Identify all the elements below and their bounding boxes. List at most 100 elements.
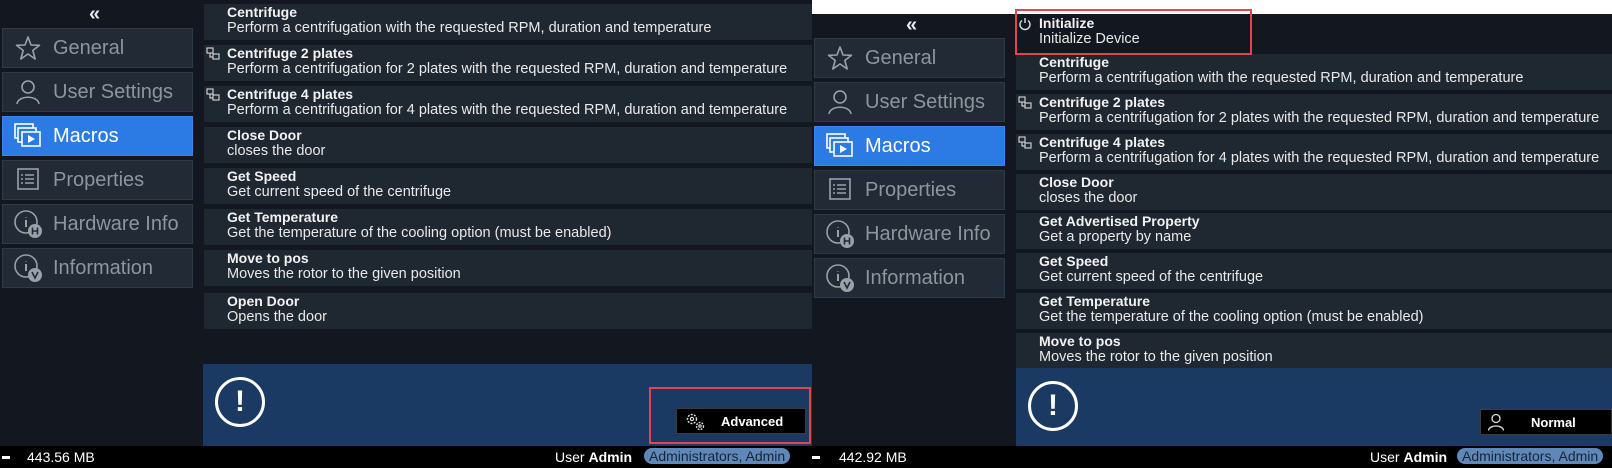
- command-title: Get Temperature: [1039, 293, 1150, 309]
- command-description: Perform a centrifugation with the reques…: [227, 20, 712, 36]
- command-description: Moves the rotor to the given position: [227, 266, 461, 282]
- command-description: Perform a centrifugation for 4 plates wi…: [1039, 150, 1600, 166]
- list-item[interactable]: Centrifuge Perform a centrifugation with…: [1016, 54, 1612, 90]
- role-badge: Administrators, Admin: [1457, 448, 1604, 464]
- sidebar-item-general[interactable]: General: [2, 28, 193, 68]
- star-icon: [3, 29, 53, 67]
- sidebar-item-label: General: [53, 36, 125, 59]
- properties-icon: [815, 171, 865, 209]
- info-bar: ! Normal: [1016, 368, 1612, 446]
- list-item[interactable]: Centrifuge 4 plates Perform a centrifuga…: [204, 86, 812, 122]
- highlight-box-advanced: [649, 387, 811, 444]
- user-icon: [3, 73, 53, 111]
- user-name: Admin: [588, 449, 633, 465]
- information-icon: [3, 249, 53, 287]
- command-description: closes the door: [1039, 190, 1138, 206]
- user-info: User Admin: [555, 449, 632, 465]
- normal-mode-button[interactable]: Normal: [1480, 409, 1612, 435]
- user-prefix: User: [1370, 449, 1400, 465]
- user-name: Admin: [1403, 449, 1448, 465]
- plates-icon: [206, 88, 220, 101]
- status-indicator-icon: [2, 456, 10, 459]
- command-description: Get current speed of the centrifuge: [227, 184, 452, 200]
- star-icon: [815, 39, 865, 77]
- list-item[interactable]: Get Temperature Get the temperature of t…: [204, 209, 812, 245]
- list-item[interactable]: Centrifuge 4 plates Perform a centrifuga…: [1016, 134, 1612, 170]
- command-title: Get Advertised Property: [1039, 213, 1200, 229]
- sidebar-item-label: General: [865, 46, 937, 69]
- list-item[interactable]: Move to pos Moves the rotor to the given…: [1016, 333, 1612, 369]
- sidebar-item-label: Macros: [53, 124, 119, 147]
- command-description: Perform a centrifugation for 2 plates wi…: [1039, 110, 1600, 126]
- mode-button-label: Normal: [1531, 414, 1576, 430]
- command-description: Perform a centrifugation for 4 plates wi…: [227, 102, 788, 118]
- list-item[interactable]: Close Door closes the door: [1016, 174, 1612, 210]
- hardware-info-icon: [3, 205, 53, 243]
- sidebar-item-information[interactable]: Information: [814, 258, 1005, 298]
- list-item[interactable]: Centrifuge 2 plates Perform a centrifuga…: [204, 45, 812, 81]
- properties-icon: [3, 161, 53, 199]
- plates-icon: [206, 47, 220, 60]
- sidebar-item-label: User Settings: [865, 90, 986, 113]
- list-item[interactable]: Get Speed Get current speed of the centr…: [204, 168, 812, 204]
- hardware-info-icon: [815, 215, 865, 253]
- command-description: Opens the door: [227, 309, 327, 325]
- command-title: Centrifuge 4 plates: [1039, 134, 1166, 150]
- status-indicator-icon: [812, 456, 820, 459]
- alert-icon: !: [1028, 381, 1078, 431]
- command-title: Centrifuge 2 plates: [1039, 94, 1166, 110]
- plates-icon: [1018, 136, 1032, 149]
- list-item[interactable]: Close Door closes the door: [204, 127, 812, 163]
- sidebar-item-user-settings[interactable]: User Settings: [814, 82, 1005, 122]
- command-title: Open Door: [227, 293, 300, 309]
- role-badge: Administrators, Admin: [644, 448, 791, 464]
- command-title: Close Door: [1039, 174, 1114, 190]
- command-title: Centrifuge: [227, 4, 297, 20]
- collapse-sidebar-button[interactable]: «: [89, 4, 100, 24]
- command-title: Close Door: [227, 127, 302, 143]
- command-title: Move to pos: [1039, 333, 1121, 349]
- user-icon: [1481, 413, 1511, 431]
- command-description: Get the temperature of the cooling optio…: [1039, 309, 1424, 325]
- sidebar-item-properties[interactable]: Properties: [814, 170, 1005, 210]
- command-title: Centrifuge: [1039, 54, 1109, 70]
- command-description: Get current speed of the centrifuge: [1039, 269, 1264, 285]
- sidebar-item-properties[interactable]: Properties: [2, 160, 193, 200]
- alert-icon: !: [215, 377, 265, 427]
- sidebar-item-general[interactable]: General: [814, 38, 1005, 78]
- sidebar-item-label: Information: [865, 266, 966, 289]
- user-prefix: User: [555, 449, 585, 465]
- sidebar-item-label: Macros: [865, 134, 931, 157]
- list-item[interactable]: Get Temperature Get the temperature of t…: [1016, 293, 1612, 329]
- sidebar-item-macros[interactable]: Macros: [814, 126, 1005, 166]
- command-description: Get a property by name: [1039, 229, 1192, 245]
- command-title: Centrifuge 2 plates: [227, 45, 354, 61]
- sidebar-item-information[interactable]: Information: [2, 248, 193, 288]
- command-description: Moves the rotor to the given position: [1039, 349, 1273, 365]
- information-icon: [815, 259, 865, 297]
- command-title: Get Speed: [1039, 253, 1109, 269]
- sidebar-item-label: User Settings: [53, 80, 174, 103]
- sidebar-item-label: Properties: [53, 168, 145, 191]
- collapse-sidebar-button[interactable]: «: [906, 15, 917, 35]
- user-info: User Admin: [1370, 449, 1447, 465]
- list-item[interactable]: Centrifuge 2 plates Perform a centrifuga…: [1016, 94, 1612, 130]
- command-description: closes the door: [227, 143, 326, 159]
- command-title: Centrifuge 4 plates: [227, 86, 354, 102]
- list-item[interactable]: Get Speed Get current speed of the centr…: [1016, 253, 1612, 289]
- list-item[interactable]: Centrifuge Perform a centrifugation with…: [204, 4, 812, 40]
- sidebar-item-user-settings[interactable]: User Settings: [2, 72, 193, 112]
- list-item[interactable]: Get Advertised Property Get a property b…: [1016, 213, 1612, 249]
- sidebar-item-label: Hardware Info: [53, 212, 179, 235]
- sidebar-item-hardware-info[interactable]: Hardware Info: [814, 214, 1005, 254]
- plates-icon: [1018, 96, 1032, 109]
- list-item[interactable]: Move to pos Moves the rotor to the given…: [204, 250, 812, 286]
- sidebar-item-label: Hardware Info: [865, 222, 991, 245]
- sidebar-item-hardware-info[interactable]: Hardware Info: [2, 204, 193, 244]
- macros-icon: [3, 117, 53, 155]
- command-description: Get the temperature of the cooling optio…: [227, 225, 612, 241]
- command-title: Move to pos: [227, 250, 309, 266]
- sidebar-item-macros[interactable]: Macros: [2, 116, 193, 156]
- list-item[interactable]: Open Door Opens the door: [204, 293, 812, 329]
- user-icon: [815, 83, 865, 121]
